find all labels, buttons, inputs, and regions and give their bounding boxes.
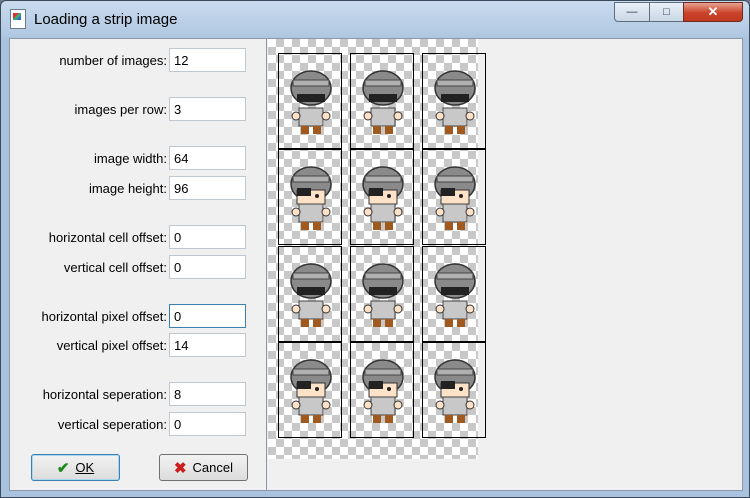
character-sprite	[290, 70, 332, 134]
dialog-body: number of images: images per row: image …	[9, 38, 743, 491]
number-of-images-label: number of images:	[59, 53, 167, 68]
character-sprite	[290, 166, 332, 230]
image-width-input[interactable]	[169, 146, 246, 170]
character-sprite	[290, 359, 332, 423]
close-button[interactable]: ✕	[683, 2, 743, 22]
minimize-button[interactable]: —	[614, 2, 650, 22]
images-per-row-label: images per row:	[74, 102, 167, 117]
sprite-frame	[278, 246, 342, 342]
horizontal-cell-offset-label: horizontal cell offset:	[48, 230, 167, 245]
vertical-pixel-offset-label: vertical pixel offset:	[56, 338, 167, 353]
sprite-frame	[422, 149, 486, 245]
character-sprite	[434, 70, 476, 134]
check-icon: ✔	[56, 459, 70, 477]
character-sprite	[434, 263, 476, 327]
sprite-frame	[278, 342, 342, 438]
sprite-frame	[422, 342, 486, 438]
character-sprite	[290, 263, 332, 327]
sprite-frame	[350, 53, 414, 149]
vertical-pixel-offset-input[interactable]	[169, 333, 246, 357]
x-icon: ✖	[173, 459, 187, 477]
settings-panel: number of images: images per row: image …	[10, 39, 265, 490]
character-sprite	[362, 359, 404, 423]
horizontal-pixel-offset-label: horizontal pixel offset:	[41, 309, 168, 324]
sprite-frame	[350, 342, 414, 438]
app-icon	[10, 9, 26, 29]
strip-preview	[268, 39, 486, 459]
ok-button[interactable]: ✔ OK	[31, 454, 120, 481]
horizontal-cell-offset-input[interactable]	[169, 225, 246, 249]
horizontal-seperation-label: horizontal seperation:	[42, 387, 167, 402]
cancel-button[interactable]: ✖ Cancel	[159, 454, 248, 481]
sprite-frame	[350, 149, 414, 245]
sprite-frame	[278, 53, 342, 149]
character-sprite	[434, 166, 476, 230]
image-height-label: image height:	[88, 181, 167, 196]
character-sprite	[434, 359, 476, 423]
images-per-row-input[interactable]	[169, 97, 246, 121]
sprite-frame	[278, 149, 342, 245]
panel-divider	[266, 39, 267, 490]
character-sprite	[362, 166, 404, 230]
image-height-input[interactable]	[169, 176, 246, 200]
number-of-images-input[interactable]	[169, 48, 246, 72]
sprite-frame	[422, 246, 486, 342]
horizontal-seperation-input[interactable]	[169, 382, 246, 406]
character-sprite	[362, 70, 404, 134]
sprite-frame	[422, 53, 486, 149]
maximize-button[interactable]: □	[649, 2, 684, 22]
ok-label: OK	[75, 460, 95, 475]
cancel-label: Cancel	[192, 460, 234, 475]
title-bar[interactable]: Loading a strip image — □ ✕	[1, 1, 749, 37]
character-sprite	[362, 263, 404, 327]
image-width-label: image width:	[94, 151, 167, 166]
horizontal-pixel-offset-input[interactable]	[169, 304, 246, 328]
vertical-seperation-label: vertical seperation:	[57, 417, 167, 432]
sprite-frame	[350, 246, 414, 342]
vertical-seperation-input[interactable]	[169, 412, 246, 436]
strip-image-dialog: Loading a strip image — □ ✕ number of im…	[0, 0, 750, 498]
vertical-cell-offset-label: vertical cell offset:	[63, 260, 167, 275]
vertical-cell-offset-input[interactable]	[169, 255, 246, 279]
window-title: Loading a strip image	[34, 11, 178, 28]
